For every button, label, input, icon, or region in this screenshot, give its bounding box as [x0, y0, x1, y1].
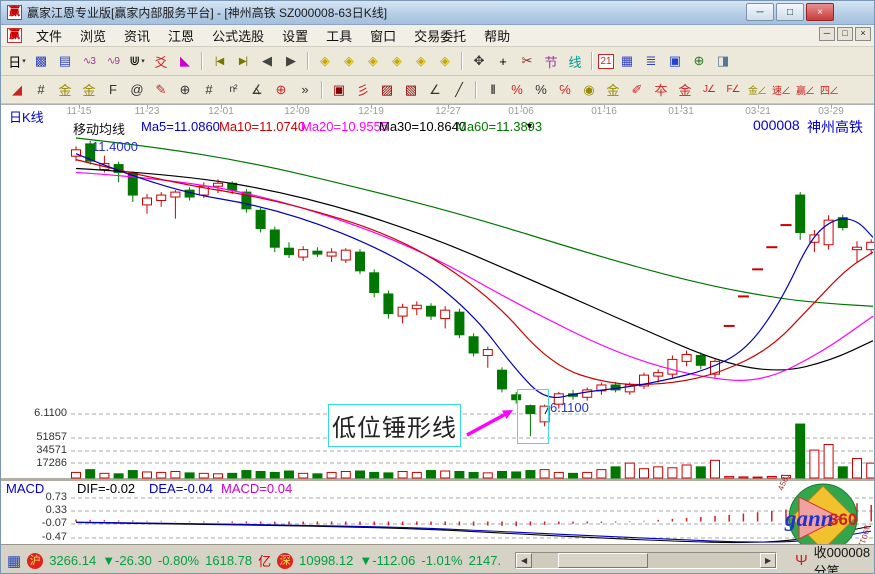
- status-bar: ▦ 沪 3266.14 ▼-26.30 -0.80% 1618.78 亿 深 1099…: [1, 546, 875, 574]
- tab-daily-kline: 日K线: [9, 107, 44, 126]
- volume-axis-label: 51857: [21, 431, 67, 443]
- date-tick: [147, 104, 148, 109]
- shanghai-value: ▼-26.30: [102, 553, 152, 568]
- price-label-top: 11.4000: [92, 139, 138, 154]
- date-tick: [758, 104, 759, 109]
- ma-value-label: Ma30=10.8640: [379, 119, 466, 134]
- shanghai-value: -0.80%: [158, 553, 199, 568]
- macd-axis-label: -0.47: [21, 531, 67, 543]
- macd-axis-label: -0.07: [21, 517, 67, 529]
- macd-axis-label: 0.73: [21, 491, 67, 503]
- shanghai-badge-icon: 沪: [27, 553, 43, 569]
- ma-value-label: Ma5=11.0860: [141, 119, 220, 134]
- date-tick: [297, 104, 298, 109]
- scroll-left-button[interactable]: ◀: [516, 553, 532, 568]
- shanghai-index-values: 3266.14 ▼-26.30 -0.80% 1618.78: [49, 553, 252, 568]
- data-feed-icon: Ψ: [795, 552, 808, 569]
- date-tick: [79, 104, 80, 109]
- date-tick: [831, 104, 832, 109]
- date-tick: [448, 104, 449, 109]
- logo-word: gann: [784, 506, 834, 531]
- volume-axis-label: 17286: [21, 457, 67, 469]
- horizontal-scrollbar[interactable]: ◀ ▶: [515, 552, 777, 569]
- shanghai-value: 1618.78: [205, 553, 252, 568]
- shenzhen-badge-icon: 深: [277, 553, 293, 569]
- stock-code: 000008: [753, 117, 800, 133]
- shenzhen-value: 2147.: [469, 553, 502, 568]
- macd-dif-value: DIF=-0.02: [77, 481, 135, 496]
- application-window: 赢 赢家江恩专业版[赢家内部服务平台] - [神州高铁 SZ000008-63日…: [0, 0, 875, 574]
- hammer-highlight-box: [517, 389, 549, 444]
- shenzhen-value: 10998.12: [299, 553, 353, 568]
- annotation-arrow: [467, 413, 508, 435]
- ma-value-label: Ma10=11.0740: [219, 119, 305, 134]
- date-tick: [681, 104, 682, 109]
- feed-status-text: 收000008分笔: [814, 542, 875, 574]
- stock-name: 神州高铁: [807, 117, 863, 137]
- ma-overlay-title: 移动均线: [73, 119, 125, 138]
- shenzhen-value: -1.01%: [421, 553, 462, 568]
- shanghai-value: 3266.14: [49, 553, 96, 568]
- support-line-price-label: 6.1100: [21, 407, 67, 419]
- macd-macd-value: MACD=0.04: [221, 481, 292, 496]
- date-tick: [221, 104, 222, 109]
- cursor-marker-icon: ▼: [525, 121, 534, 131]
- low-price-tag: 6.1100: [550, 400, 589, 415]
- annotation-hammer-label: 低位锤形线: [328, 404, 461, 447]
- date-tick: [521, 104, 522, 109]
- scroll-right-button[interactable]: ▶: [760, 553, 776, 568]
- macd-axis-label: 0.33: [21, 504, 67, 516]
- logo-number: 360: [829, 510, 857, 529]
- shenzhen-index-values: 10998.12 ▼-112.06 -1.01% 2147.: [299, 553, 501, 568]
- date-tick: [604, 104, 605, 109]
- macd-dea-value: DEA=-0.04: [149, 481, 213, 496]
- shenzhen-value: ▼-112.06: [359, 553, 415, 568]
- ma-value-label: Ma20=10.9555: [301, 119, 388, 134]
- ma-line-Ma60: [76, 138, 873, 306]
- market-grid-icon[interactable]: ▦: [7, 552, 21, 570]
- date-tick: [371, 104, 372, 109]
- ma-line-Ma5: [76, 154, 873, 398]
- amount-unit: 亿: [258, 551, 271, 570]
- scroll-thumb[interactable]: [558, 553, 648, 568]
- volume-axis-label: 34571: [21, 444, 67, 456]
